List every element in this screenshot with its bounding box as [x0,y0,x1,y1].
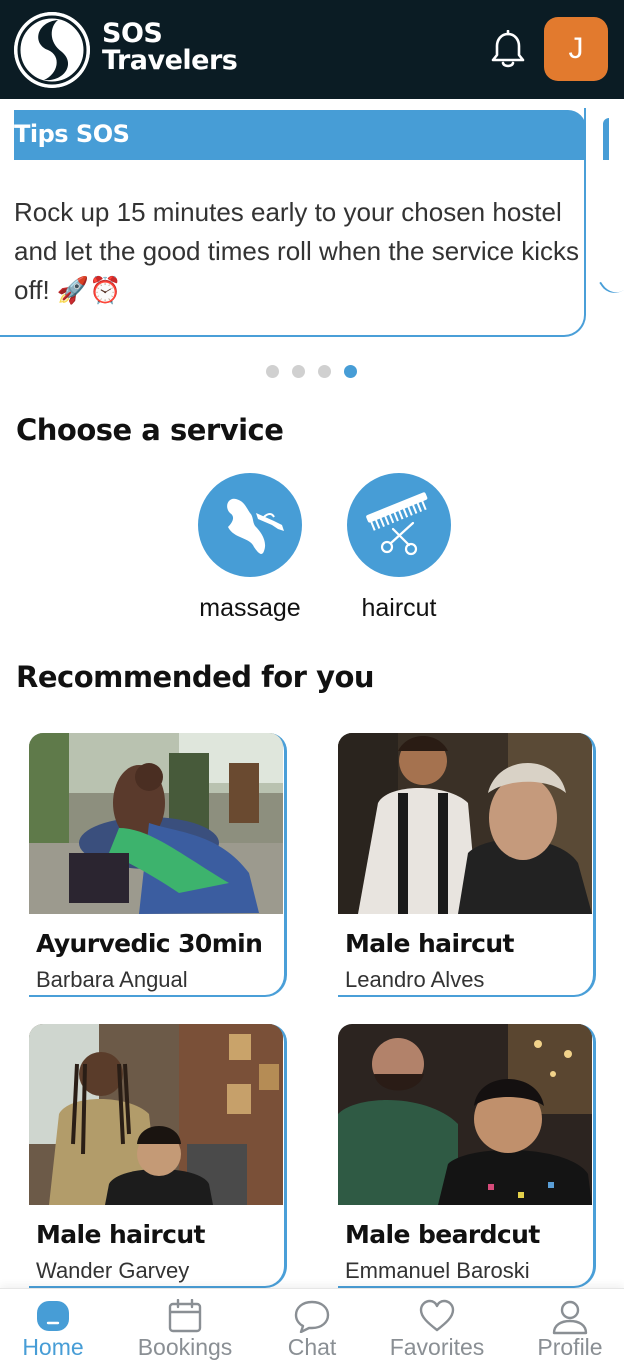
tips-text: Rock up 15 minutes early to your chosen … [14,197,580,305]
service-haircut[interactable]: haircut [334,473,464,623]
service-label: haircut [361,594,437,622]
next-tip-card-peek[interactable] [603,118,609,160]
app-name-line1: SOS [102,18,163,49]
beardcut-photo [338,1024,592,1205]
avatar[interactable]: J [544,17,608,81]
nav-label: Home [22,1334,84,1360]
nav-item-home[interactable]: Home [8,1289,98,1368]
calendar-icon [167,1298,203,1338]
card-title: Male haircut [36,1220,206,1249]
logo-icon[interactable] [14,12,90,88]
pager-dot-active[interactable] [344,365,357,378]
pager-dot[interactable] [292,365,305,378]
nav-label: Bookings [137,1334,233,1360]
massage-photo [29,733,283,914]
app-name: SOS Travelers [102,18,238,76]
card-title: Male beardcut [345,1220,540,1249]
pager-dot[interactable] [318,365,331,378]
card-title: Ayurvedic 30min [36,929,263,958]
bottom-nav: Home Bookings Chat Favorites Profile [0,1288,624,1368]
service-card[interactable]: Male haircut Leandro Alves [338,733,596,997]
nav-item-profile[interactable]: Profile [528,1289,612,1368]
barber-photo [338,733,592,914]
haircut-icon[interactable] [347,473,451,577]
app-header: SOS Travelers J [0,0,624,99]
service-card[interactable]: Ayurvedic 30min Barbara Angual [29,733,287,997]
service-card[interactable]: Male beardcut Emmanuel Baroski [338,1024,596,1288]
card-provider: Emmanuel Baroski [345,1258,530,1283]
service-massage[interactable]: massage [185,473,315,623]
massage-icon[interactable] [198,473,302,577]
chat-icon [293,1299,331,1338]
home-icon [35,1299,71,1338]
nav-item-bookings[interactable]: Bookings [130,1289,240,1368]
carousel-pager [266,365,357,378]
service-card[interactable]: Male haircut Wander Garvey [29,1024,287,1288]
app-name-line2: Travelers [102,45,238,76]
card-provider: Leandro Alves [345,967,485,992]
nav-item-chat[interactable]: Chat [270,1289,354,1368]
card-provider: Barbara Angual [36,967,188,992]
card-provider: Wander Garvey [36,1258,190,1283]
tips-title: Tips SOS [14,120,130,148]
heart-icon [418,1299,456,1338]
services-title: Choose a service [16,413,284,447]
nav-label: Favorites [389,1334,485,1360]
nav-item-favorites[interactable]: Favorites [380,1289,494,1368]
nav-label: Profile [537,1334,603,1360]
bell-icon[interactable] [489,29,527,70]
next-tip-card-edge [599,270,624,300]
recommended-title: Recommended for you [16,660,375,694]
card-title: Male haircut [345,929,515,958]
barbershop-photo [29,1024,283,1205]
nav-label: Chat [287,1334,337,1360]
pager-dot[interactable] [266,365,279,378]
service-label: massage [199,594,301,622]
